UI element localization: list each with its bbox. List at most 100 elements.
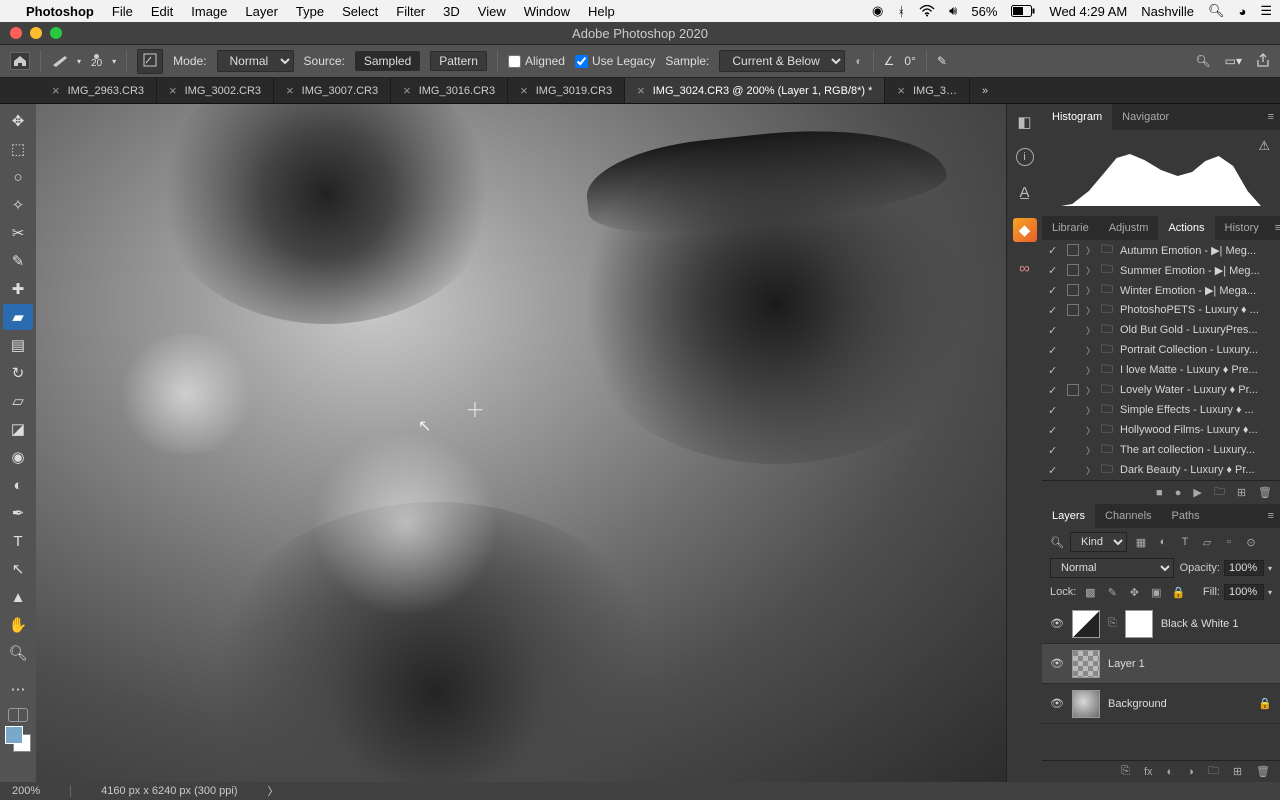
layer-thumb[interactable] [1072, 610, 1100, 638]
panel-menu-icon[interactable]: ≡ [1262, 104, 1280, 130]
path-select-tool[interactable]: ↖ [3, 556, 33, 582]
close-tab-icon[interactable]: × [52, 83, 60, 98]
disclosure-icon[interactable]: 〉 [1086, 364, 1094, 377]
action-checked-icon[interactable]: ✓ [1048, 404, 1060, 417]
new-action-icon[interactable]: ⊞ [1237, 486, 1246, 499]
action-row[interactable]: ✓〉🗀Hollywood Films- Luxury ♦... [1042, 420, 1280, 440]
pressure-icon[interactable]: ✎ [937, 54, 947, 68]
eraser-tool[interactable]: ▱ [3, 388, 33, 414]
lock-artboard-icon[interactable]: ▣ [1148, 584, 1164, 600]
menu-view[interactable]: View [478, 4, 506, 19]
lasso-tool[interactable]: ○ [3, 164, 33, 190]
search-icon[interactable]: 🔍︎ [1195, 54, 1210, 68]
document-dimensions[interactable]: 4160 px x 6240 px (300 ppi) [101, 785, 237, 797]
play-icon[interactable]: ▶ [1193, 486, 1201, 499]
doc-tab-active[interactable]: ×IMG_3024.CR3 @ 200% (Layer 1, RGB/8*) * [625, 78, 885, 103]
crop-tool[interactable]: ✂ [3, 220, 33, 246]
filter-toggle[interactable]: ⊙ [1243, 534, 1259, 550]
fill-input[interactable] [1224, 584, 1264, 600]
marquee-tool[interactable]: ⬚ [3, 136, 33, 162]
layer-row[interactable]: 👁 Background 🔒 [1042, 684, 1280, 724]
source-sampled[interactable]: Sampled [355, 51, 420, 71]
battery-icon[interactable] [1011, 5, 1035, 17]
tab-libraries[interactable]: Librarie [1042, 216, 1099, 240]
toggle-brush-panel[interactable] [137, 49, 163, 74]
action-checked-icon[interactable]: ✓ [1048, 244, 1060, 257]
disclosure-icon[interactable]: 〉 [1086, 324, 1094, 337]
disclosure-icon[interactable]: 〉 [1086, 244, 1094, 257]
menu-layer[interactable]: Layer [245, 4, 278, 19]
aligned-checkbox[interactable]: Aligned [508, 54, 565, 68]
disclosure-icon[interactable]: 〉 [1086, 344, 1094, 357]
menu-type[interactable]: Type [296, 4, 324, 19]
filter-type-icon[interactable]: T [1177, 534, 1193, 550]
use-legacy-checkbox[interactable]: Use Legacy [575, 54, 655, 68]
location[interactable]: Nashville [1141, 4, 1194, 19]
action-checked-icon[interactable]: ✓ [1048, 424, 1060, 437]
action-row[interactable]: ✓〉🗀Autumn Emotion - ▶| Meg... [1042, 240, 1280, 260]
share-icon[interactable] [1256, 53, 1270, 70]
visibility-icon[interactable]: 👁 [1050, 657, 1064, 670]
lock-all-icon[interactable]: 🔒 [1170, 584, 1186, 600]
angle-value[interactable]: 0° [904, 54, 915, 68]
brush-size[interactable]: 20 [91, 54, 102, 69]
blur-tool[interactable]: ◉ [3, 444, 33, 470]
trash-icon[interactable]: 🗑 [1258, 486, 1272, 499]
app-menu[interactable]: Photoshop [26, 4, 94, 19]
action-row[interactable]: ✓〉🗀Portrait Collection - Luxury... [1042, 340, 1280, 360]
swatches-icon[interactable]: ∞ [1013, 256, 1037, 280]
datetime[interactable]: Wed 4:29 AM [1049, 4, 1127, 19]
action-checked-icon[interactable]: ✓ [1048, 304, 1060, 317]
action-dialog-toggle[interactable] [1067, 304, 1079, 316]
layer-name[interactable]: Black & White 1 [1161, 618, 1239, 630]
lock-icon[interactable]: 🔒 [1258, 697, 1272, 710]
close-tab-icon[interactable]: × [897, 83, 905, 98]
action-row[interactable]: ✓〉🗀I love Matte - Luxury ♦ Pre... [1042, 360, 1280, 380]
spotlight-icon[interactable]: 🔍︎ [1208, 3, 1225, 19]
color-swatches[interactable] [5, 726, 31, 752]
action-checked-icon[interactable]: ✓ [1048, 384, 1060, 397]
histogram-warning-icon[interactable]: ⚠ [1258, 138, 1270, 154]
status-more[interactable]: 〉 [268, 783, 279, 799]
disclosure-icon[interactable]: 〉 [1086, 464, 1094, 477]
history-brush-tool[interactable]: ↻ [3, 360, 33, 386]
visibility-icon[interactable]: 👁 [1050, 697, 1064, 710]
new-layer-icon[interactable]: ⊞ [1233, 765, 1242, 778]
color-icon[interactable]: ◆ [1013, 218, 1037, 242]
wifi-icon[interactable] [919, 5, 935, 17]
tab-navigator[interactable]: Navigator [1112, 104, 1179, 130]
group-icon[interactable]: 🗀 [1208, 762, 1219, 781]
tab-channels[interactable]: Channels [1095, 504, 1161, 528]
action-dialog-toggle[interactable] [1067, 384, 1079, 396]
action-row[interactable]: ✓〉🗀Simple Effects - Luxury ♦ ... [1042, 400, 1280, 420]
mask-icon[interactable]: ◐ [1167, 766, 1174, 778]
lock-pixels-icon[interactable]: ✎ [1104, 584, 1120, 600]
magic-wand-tool[interactable]: ✧ [3, 192, 33, 218]
action-checked-icon[interactable]: ✓ [1048, 364, 1060, 377]
action-row[interactable]: ✓〉🗀Winter Emotion - ▶| Mega... [1042, 280, 1280, 300]
document-canvas[interactable]: ＋ ↖ [36, 104, 1006, 782]
siri-icon[interactable]: ◕ [1238, 4, 1246, 19]
link-icon[interactable]: ⎘ [1108, 617, 1117, 630]
close-tab-icon[interactable]: × [637, 83, 645, 98]
action-dialog-toggle[interactable] [1067, 244, 1079, 256]
properties-icon[interactable]: ◧ [1013, 110, 1037, 134]
home-button[interactable] [10, 52, 30, 70]
lock-transparency-icon[interactable]: ▩ [1082, 584, 1098, 600]
close-window[interactable] [10, 27, 22, 39]
dodge-tool[interactable]: ◐ [3, 472, 33, 498]
record-icon[interactable]: ● [1175, 487, 1182, 499]
doc-tab[interactable]: ×IMG_3019.CR3 [508, 78, 625, 103]
disclosure-icon[interactable]: 〉 [1086, 384, 1094, 397]
gradient-tool[interactable]: ◪ [3, 416, 33, 442]
panel-menu-icon[interactable]: ≡ [1262, 504, 1280, 528]
doc-tab[interactable]: ×IMG_3002.CR3 [157, 78, 274, 103]
action-row[interactable]: ✓〉🗀Lovely Water - Luxury ♦ Pr... [1042, 380, 1280, 400]
disclosure-icon[interactable]: 〉 [1086, 404, 1094, 417]
brush-preset-picker[interactable]: ▾ [51, 53, 81, 69]
action-checked-icon[interactable]: ✓ [1048, 284, 1060, 297]
healing-brush-tool[interactable]: ✚ [3, 276, 33, 302]
ignore-adjust-icon[interactable]: ◐ [855, 54, 862, 68]
eyedropper-tool[interactable]: ✎ [3, 248, 33, 274]
screen-mode[interactable] [8, 708, 28, 722]
